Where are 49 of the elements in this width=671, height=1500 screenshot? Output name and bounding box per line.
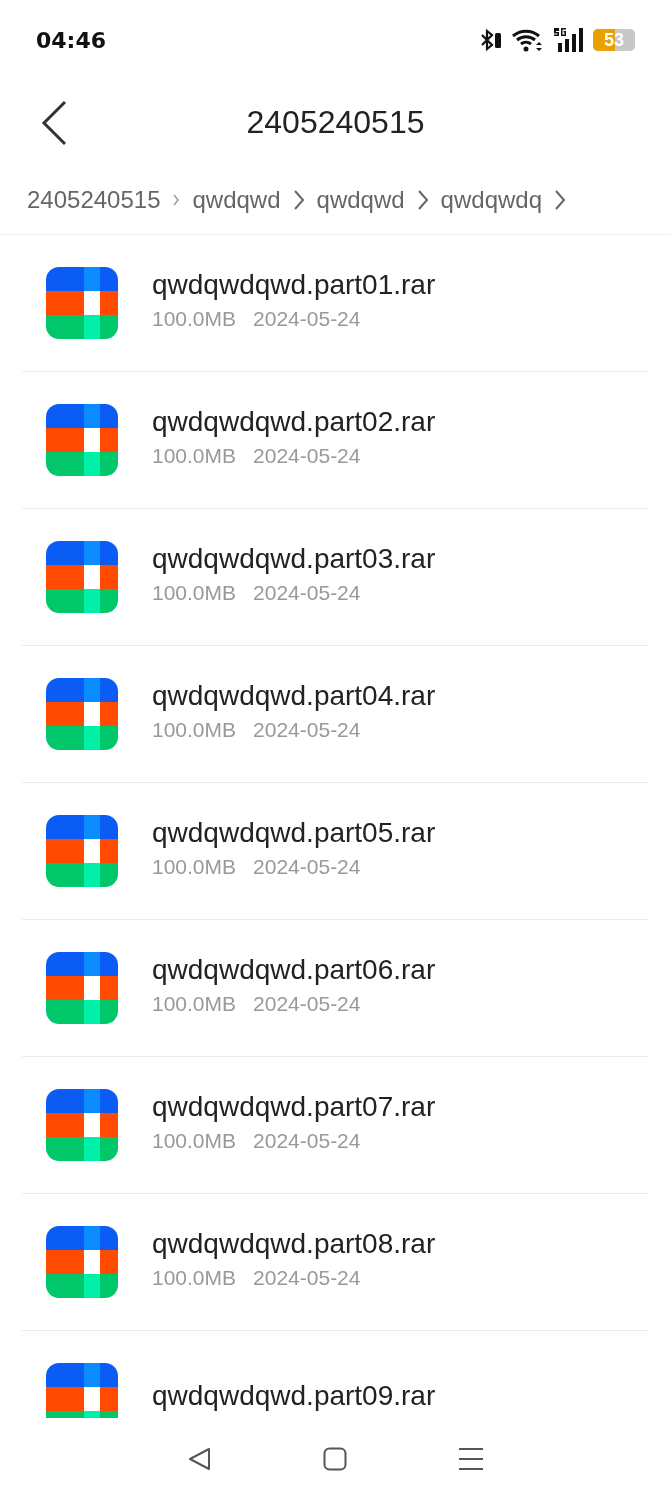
- file-name[interactable]: qwdqwdqwd.part05.rar: [152, 817, 436, 849]
- file-name[interactable]: qwdqwdqwd.part04.rar: [152, 680, 436, 712]
- file-date: 2024-05-24: [253, 444, 361, 468]
- archive-file-icon: [46, 404, 118, 476]
- file-name[interactable]: qwdqwdqwd.part09.rar: [152, 1380, 436, 1412]
- file-name[interactable]: qwdqwdqwd.part08.rar: [152, 1228, 436, 1260]
- menu-nav-button[interactable]: [457, 1447, 484, 1471]
- bluetooth-icon: [479, 28, 503, 52]
- chevron-right-icon: [554, 188, 566, 211]
- wifi-icon: [511, 28, 545, 52]
- file-date: 2024-05-24: [253, 1266, 361, 1290]
- archive-file-icon: [46, 267, 118, 339]
- file-size: 100.0MB: [152, 581, 237, 605]
- file-size: 100.0MB: [152, 444, 237, 468]
- file-name[interactable]: qwdqwdqwd.part06.rar: [152, 954, 436, 986]
- archive-file-icon: [46, 1363, 118, 1418]
- breadcrumb-item[interactable]: qwdqwdq: [440, 185, 542, 214]
- file-name[interactable]: qwdqwdqwd.part01.rar: [152, 269, 436, 301]
- file-date: 2024-05-24: [253, 1129, 361, 1153]
- home-nav-button[interactable]: [323, 1447, 348, 1471]
- file-date: 2024-05-24: [253, 855, 361, 879]
- page-title: 2405240515: [246, 104, 425, 141]
- breadcrumb-item[interactable]: qwdqwd: [192, 185, 281, 214]
- file-size: 100.0MB: [152, 855, 237, 879]
- chevron-right-icon: [172, 192, 181, 207]
- archive-file-icon: [46, 541, 118, 613]
- clock: 04:46: [36, 27, 107, 53]
- file-size: 100.0MB: [152, 992, 237, 1016]
- file-size: 100.0MB: [152, 1129, 237, 1153]
- file-size: 100.0MB: [152, 718, 237, 742]
- file-name[interactable]: qwdqwdqwd.part03.rar: [152, 543, 436, 575]
- cellular-signal-icon: [553, 27, 585, 53]
- file-date: 2024-05-24: [253, 307, 361, 331]
- archive-file-icon: [46, 678, 118, 750]
- breadcrumb-item[interactable]: 2405240515: [27, 185, 161, 214]
- file-size: 100.0MB: [152, 307, 237, 331]
- file-date: 2024-05-24: [253, 581, 361, 605]
- archive-file-icon: [46, 1089, 118, 1161]
- file-date: 2024-05-24: [253, 992, 361, 1016]
- file-size: 100.0MB: [152, 1266, 237, 1290]
- chevron-right-icon: [292, 188, 305, 211]
- chevron-right-icon: [416, 188, 429, 211]
- file-date: 2024-05-24: [253, 718, 361, 742]
- file-name[interactable]: qwdqwdqwd.part07.rar: [152, 1091, 436, 1123]
- archive-file-icon: [46, 815, 118, 887]
- breadcrumb-item[interactable]: qwdqwd: [316, 185, 405, 214]
- archive-file-icon: [46, 1226, 118, 1298]
- archive-file-icon: [46, 952, 118, 1024]
- file-name[interactable]: qwdqwdqwd.part02.rar: [152, 406, 436, 438]
